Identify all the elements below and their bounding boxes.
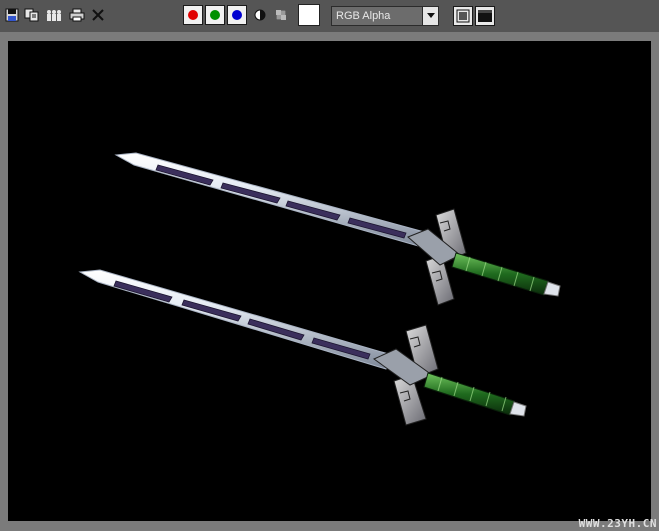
red-channel-button[interactable] [183, 5, 203, 25]
color-swatch[interactable] [298, 4, 320, 26]
channel-display-value: RGB Alpha [336, 10, 391, 22]
green-dot-icon [210, 10, 220, 20]
region-icon [456, 9, 470, 23]
monochrome-icon[interactable] [251, 6, 269, 24]
save-icon[interactable] [3, 6, 21, 24]
print-icon[interactable] [68, 6, 86, 24]
sword-lower [78, 269, 527, 426]
clear-icon[interactable] [89, 6, 107, 24]
watermark-text: WWW.23YH.CN [578, 517, 657, 530]
sword-upper [114, 152, 561, 306]
copy-icon[interactable] [23, 6, 41, 24]
frame-view-button[interactable] [475, 6, 495, 26]
blue-channel-button[interactable] [227, 5, 247, 25]
render-toolbar: RGB Alpha [0, 0, 659, 32]
frame-icon [478, 10, 492, 22]
channel-display-select[interactable]: RGB Alpha [331, 6, 439, 26]
blue-dot-icon [232, 10, 242, 20]
green-channel-button[interactable] [205, 5, 225, 25]
render-viewport [8, 41, 651, 521]
alpha-checker-icon[interactable] [272, 6, 290, 24]
clone-icon[interactable] [45, 6, 63, 24]
red-dot-icon [188, 10, 198, 20]
chevron-down-icon[interactable] [422, 7, 438, 25]
two-swords-render [78, 152, 561, 426]
region-view-button[interactable] [453, 6, 473, 26]
